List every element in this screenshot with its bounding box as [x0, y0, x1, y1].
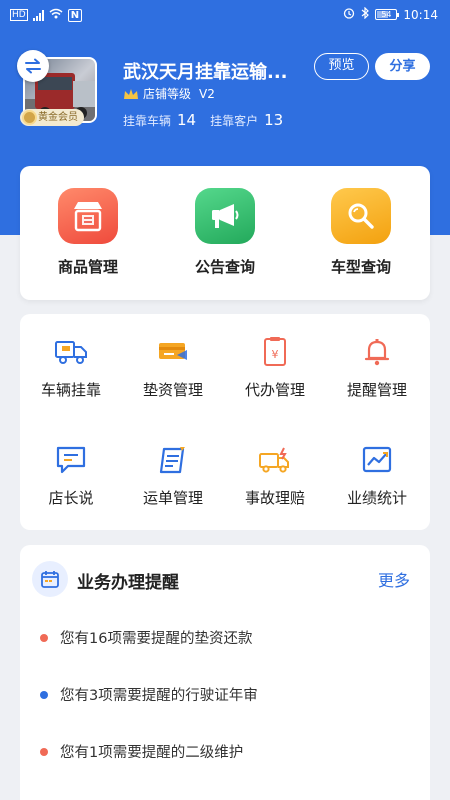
battery-icon: 54	[375, 9, 400, 20]
dot-icon	[40, 633, 48, 642]
reminder-item[interactable]: 您有3项需要提醒的行驶证年审	[40, 684, 258, 705]
reminder-management-label: 提醒管理	[346, 381, 407, 399]
signal-icon	[32, 9, 44, 21]
clipboard-icon	[156, 444, 190, 476]
manager-says-button[interactable]: 店长说	[20, 444, 122, 508]
preview-button[interactable]: 预览	[314, 53, 369, 80]
stat-label-customers: 挂靠客户	[210, 114, 259, 128]
performance-stats-button[interactable]: 业绩统计	[326, 444, 428, 508]
share-button[interactable]: 分享	[375, 53, 430, 80]
member-badge: 黄金会员	[20, 109, 84, 126]
product-management-button[interactable]: 商品管理	[33, 188, 143, 277]
shop-stats: 挂靠车辆 14 挂靠客户 13	[123, 111, 297, 129]
waybill-management-label: 运单管理	[142, 489, 203, 507]
store-icon	[58, 188, 118, 244]
accident-claim-label: 事故理赔	[244, 489, 305, 507]
manager-says-label: 店长说	[48, 489, 94, 507]
megaphone-icon	[195, 188, 255, 244]
reminder-management-button[interactable]: 提醒管理	[326, 336, 428, 400]
accident-claim-button[interactable]: 事故理赔	[224, 444, 326, 508]
reminder-item[interactable]: 您有16项需要提醒的垫资还款	[40, 627, 252, 648]
announcement-query-button[interactable]: 公告查询	[170, 188, 280, 277]
vehicle-model-query-button[interactable]: 车型查询	[306, 188, 416, 277]
vehicle-affiliation-label: 车辆挂靠	[40, 381, 101, 399]
more-link[interactable]: 更多	[378, 567, 410, 591]
agency-management-label: 代办管理	[244, 381, 305, 399]
clock-time: 10:14	[403, 7, 438, 22]
yuan-doc-icon: ¥	[258, 336, 292, 368]
function-grid-card: 车辆挂靠 垫资管理 ¥ 代办管理 提醒管理 店长说 运单管理 事故理赔 业绩统计	[20, 314, 430, 530]
wifi-icon	[49, 8, 63, 22]
business-reminder-card: 业务办理提醒 更多 您有16项需要提醒的垫资还款 您有3项需要提醒的行驶证年审 …	[20, 545, 430, 800]
dot-icon	[40, 690, 48, 699]
announcement-query-label: 公告查询	[194, 258, 255, 276]
reminder-header: 业务办理提醒 更多	[20, 545, 430, 611]
reminder-text: 您有3项需要提醒的行驶证年审	[60, 688, 258, 704]
reminder-text: 您有16项需要提醒的垫资还款	[60, 631, 253, 647]
stat-value-vehicles: 14	[177, 111, 197, 129]
svg-text:¥: ¥	[272, 348, 279, 361]
calendar-icon	[32, 561, 68, 597]
chart-icon	[360, 444, 394, 476]
alarm-icon	[343, 7, 355, 22]
vehicle-model-query-label: 车型查询	[330, 258, 391, 276]
switch-shop-button[interactable]	[17, 50, 49, 82]
advance-funding-label: 垫资管理	[142, 381, 203, 399]
bluetooth-icon	[361, 6, 370, 22]
agency-management-button[interactable]: ¥ 代办管理	[224, 336, 326, 400]
advance-funding-button[interactable]: 垫资管理	[122, 336, 224, 400]
chat-icon	[54, 444, 88, 476]
truck-icon	[54, 336, 88, 368]
accident-truck-icon	[258, 444, 292, 476]
crown-icon	[124, 88, 138, 99]
bell-icon	[360, 336, 394, 368]
reminder-item[interactable]: 您有1项需要提醒的二级维护	[40, 741, 243, 762]
vehicle-affiliation-button[interactable]: 车辆挂靠	[20, 336, 122, 400]
main-actions-card: 商品管理 公告查询 车型查询	[20, 166, 430, 300]
reminder-title: 业务办理提醒	[77, 573, 179, 593]
medal-icon	[22, 110, 37, 125]
waybill-management-button[interactable]: 运单管理	[122, 444, 224, 508]
shop-level: 店铺等级 V2	[123, 85, 215, 102]
shop-name: 武汉天月挂靠运输...	[123, 62, 288, 83]
dot-icon	[40, 747, 48, 756]
product-management-label: 商品管理	[57, 258, 118, 276]
stat-value-customers: 13	[264, 111, 284, 129]
stat-label-vehicles: 挂靠车辆	[123, 114, 172, 128]
card-icon	[156, 336, 190, 368]
reminder-text: 您有1项需要提醒的二级维护	[60, 745, 244, 761]
swap-arrows-icon	[25, 58, 41, 74]
performance-stats-label: 业绩统计	[346, 489, 407, 507]
status-bar: HD N 54 10:14	[0, 0, 450, 32]
sim-icon: HD	[10, 9, 28, 21]
nfc-icon: N	[67, 8, 83, 22]
search-icon	[331, 188, 391, 244]
